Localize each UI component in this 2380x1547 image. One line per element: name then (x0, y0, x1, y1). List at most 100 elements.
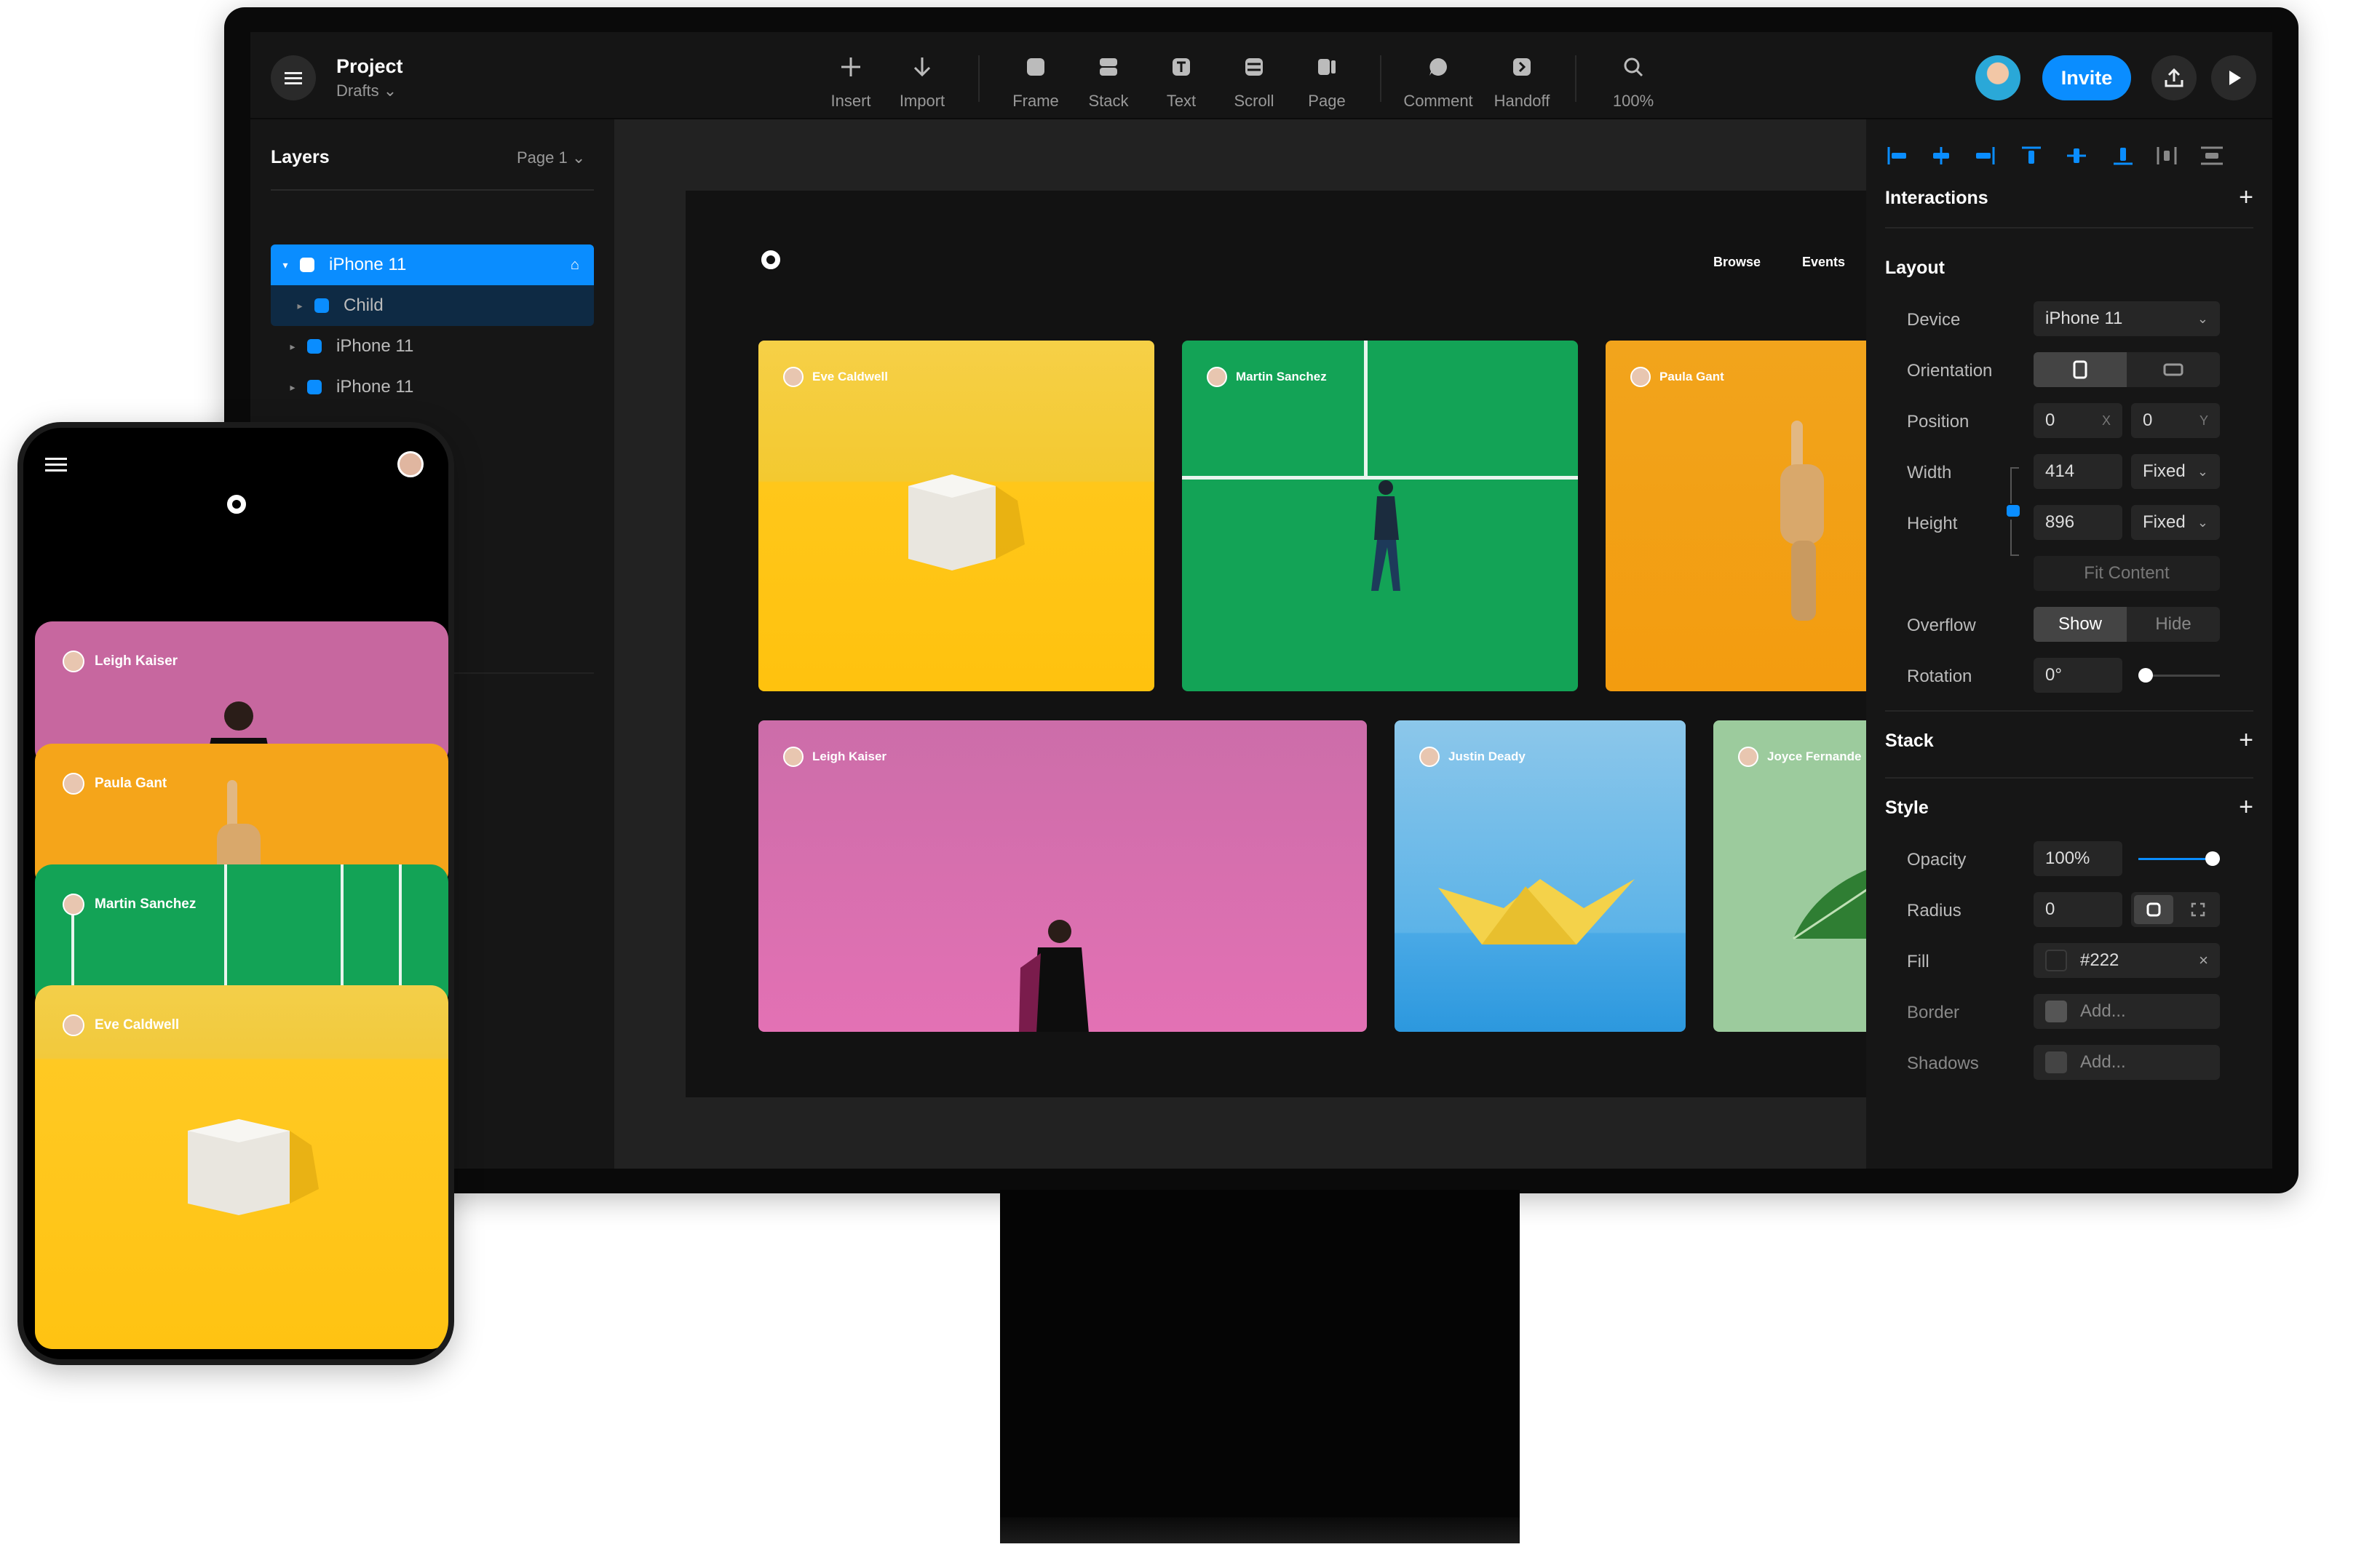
fill-swatch[interactable] (2045, 950, 2067, 971)
rotation-input[interactable]: 0° (2034, 658, 2122, 693)
distribute-horizontal-icon[interactable] (2156, 146, 2178, 166)
design-canvas[interactable]: Browse Events Eve Caldwell Martin Sanche… (614, 119, 1866, 1169)
position-y-input[interactable]: 0Y (2131, 403, 2220, 438)
align-center-h-icon[interactable] (1930, 146, 1952, 166)
border-input[interactable]: Add... (2034, 994, 2220, 1029)
align-right-icon[interactable] (1974, 146, 1996, 166)
layer-item-iphone11[interactable]: ▸ iPhone 11 (271, 367, 594, 407)
profile-avatar[interactable] (397, 451, 424, 477)
project-drafts-dropdown[interactable]: Drafts ⌄ (336, 81, 397, 100)
author-avatar (1630, 367, 1651, 387)
shadows-input[interactable]: Add... (2034, 1045, 2220, 1080)
nav-events-link[interactable]: Events (1802, 255, 1845, 270)
monitor-stand (1000, 1190, 1520, 1543)
lock-icon[interactable] (2007, 505, 2020, 517)
frame-tool[interactable]: Frame (996, 47, 1076, 112)
height-mode-select[interactable]: Fixed ⌄ (2131, 505, 2220, 540)
photo-card[interactable]: Leigh Kaiser (758, 720, 1367, 1032)
align-bottom-icon[interactable] (2112, 146, 2134, 166)
nav-browse-link[interactable]: Browse (1713, 255, 1761, 270)
photo-card[interactable]: Justin Deady (1395, 720, 1686, 1032)
toolbar-divider (978, 55, 980, 102)
border-swatch[interactable] (2045, 1001, 2067, 1022)
close-icon[interactable]: × (2199, 951, 2208, 970)
width-label: Width (1907, 463, 1952, 482)
white-cube-image (188, 1119, 319, 1215)
layer-item-iphone11-selected[interactable]: ▾ iPhone 11 ⌂ (271, 244, 594, 285)
device-select[interactable]: iPhone 11 ⌄ (2034, 301, 2220, 336)
shadow-swatch[interactable] (2045, 1051, 2067, 1073)
opacity-slider-knob[interactable] (2205, 851, 2220, 866)
shadows-label: Shadows (1907, 1054, 1979, 1073)
stack-icon (1094, 52, 1123, 81)
share-upload-button[interactable] (2151, 55, 2197, 100)
align-top-icon[interactable] (2020, 146, 2042, 166)
add-style-plus-icon[interactable]: + (2239, 793, 2253, 822)
paper-boat-image (1438, 879, 1635, 944)
border-value: Add... (2080, 1001, 2126, 1021)
handoff-tool[interactable]: Handoff (1482, 47, 1562, 112)
invite-button[interactable]: Invite (2042, 55, 2131, 100)
radius-value: 0 (2045, 899, 2055, 919)
height-mode-value: Fixed (2143, 512, 2186, 532)
layer-item-child[interactable]: ▸ Child (271, 285, 594, 326)
rotation-slider-knob[interactable] (2138, 668, 2153, 683)
overflow-show-option[interactable]: Show (2034, 607, 2127, 642)
landscape-option[interactable] (2127, 352, 2220, 387)
hamburger-menu-icon[interactable] (45, 454, 67, 475)
tool-label: Import (899, 92, 945, 110)
pos-y-value: 0 (2143, 410, 2153, 430)
border-label: Border (1907, 1003, 1960, 1022)
radius-input[interactable]: 0 (2034, 892, 2122, 927)
align-left-icon[interactable] (1887, 146, 1908, 166)
layer-label: Child (344, 295, 384, 315)
frame-layer-icon (300, 258, 314, 272)
insert-tool[interactable]: Insert (811, 47, 891, 112)
uniform-radius-icon[interactable] (2133, 895, 2173, 924)
rotation-label: Rotation (1907, 667, 1972, 686)
desktop-frame[interactable]: Browse Events Eve Caldwell Martin Sanche… (686, 191, 1866, 1097)
opacity-input[interactable]: 100% (2034, 841, 2122, 876)
frame-icon (1021, 52, 1050, 81)
user-avatar[interactable] (1975, 55, 2020, 100)
scroll-tool[interactable]: Scroll (1214, 47, 1294, 112)
app-logo (227, 495, 246, 514)
page-selector[interactable]: Page 1 ⌄ (517, 148, 585, 167)
portrait-icon (2073, 360, 2087, 379)
page-tool[interactable]: Page (1287, 47, 1367, 112)
photo-card[interactable]: Martin Sanchez (1182, 341, 1578, 691)
overflow-hide-option[interactable]: Hide (2127, 607, 2220, 642)
tool-label: Text (1166, 92, 1197, 110)
height-label: Height (1907, 514, 1958, 533)
individual-corners-icon[interactable] (2178, 895, 2218, 924)
frame-layer-icon (314, 298, 329, 313)
stack-tool[interactable]: Stack (1068, 47, 1149, 112)
author-avatar (783, 747, 804, 767)
photo-card[interactable]: Joyce Fernande (1713, 720, 1866, 1032)
layer-item-iphone11[interactable]: ▸ iPhone 11 (271, 326, 594, 367)
upload-icon (2165, 68, 2183, 87)
import-tool[interactable]: Import (882, 47, 962, 112)
hamburger-menu-button[interactable] (271, 55, 316, 100)
tool-label: Insert (830, 92, 871, 110)
distribute-vertical-icon[interactable] (2199, 146, 2223, 166)
add-interaction-plus-icon[interactable]: + (2239, 183, 2253, 212)
fit-content-button[interactable]: Fit Content (2034, 556, 2220, 591)
photo-card[interactable]: Paula Gant (1606, 341, 1866, 691)
preview-play-button[interactable] (2211, 55, 2256, 100)
align-center-v-icon[interactable] (2066, 146, 2087, 166)
portrait-option[interactable] (2034, 352, 2127, 387)
fill-input[interactable]: #222 × (2034, 943, 2220, 978)
height-input[interactable]: 896 (2034, 505, 2122, 540)
aspect-link-bracket (2010, 520, 2019, 556)
position-x-input[interactable]: 0X (2034, 403, 2122, 438)
feed-card[interactable]: Eve Caldwell (35, 985, 448, 1349)
add-stack-plus-icon[interactable]: + (2239, 726, 2253, 755)
width-input[interactable]: 414 (2034, 454, 2122, 489)
zoom-tool[interactable]: 100% (1593, 47, 1673, 112)
comment-tool[interactable]: Comment (1398, 47, 1478, 112)
photo-card[interactable]: Eve Caldwell (758, 341, 1154, 691)
chevron-down-icon: ⌄ (571, 148, 586, 167)
text-tool[interactable]: Text (1141, 47, 1221, 112)
width-mode-select[interactable]: Fixed ⌄ (2131, 454, 2220, 489)
